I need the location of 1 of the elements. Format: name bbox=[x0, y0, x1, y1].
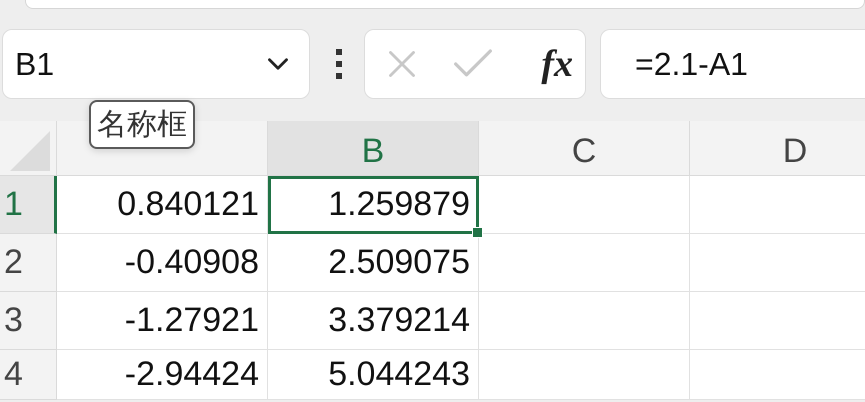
tooltip: 名称框 bbox=[89, 100, 195, 149]
